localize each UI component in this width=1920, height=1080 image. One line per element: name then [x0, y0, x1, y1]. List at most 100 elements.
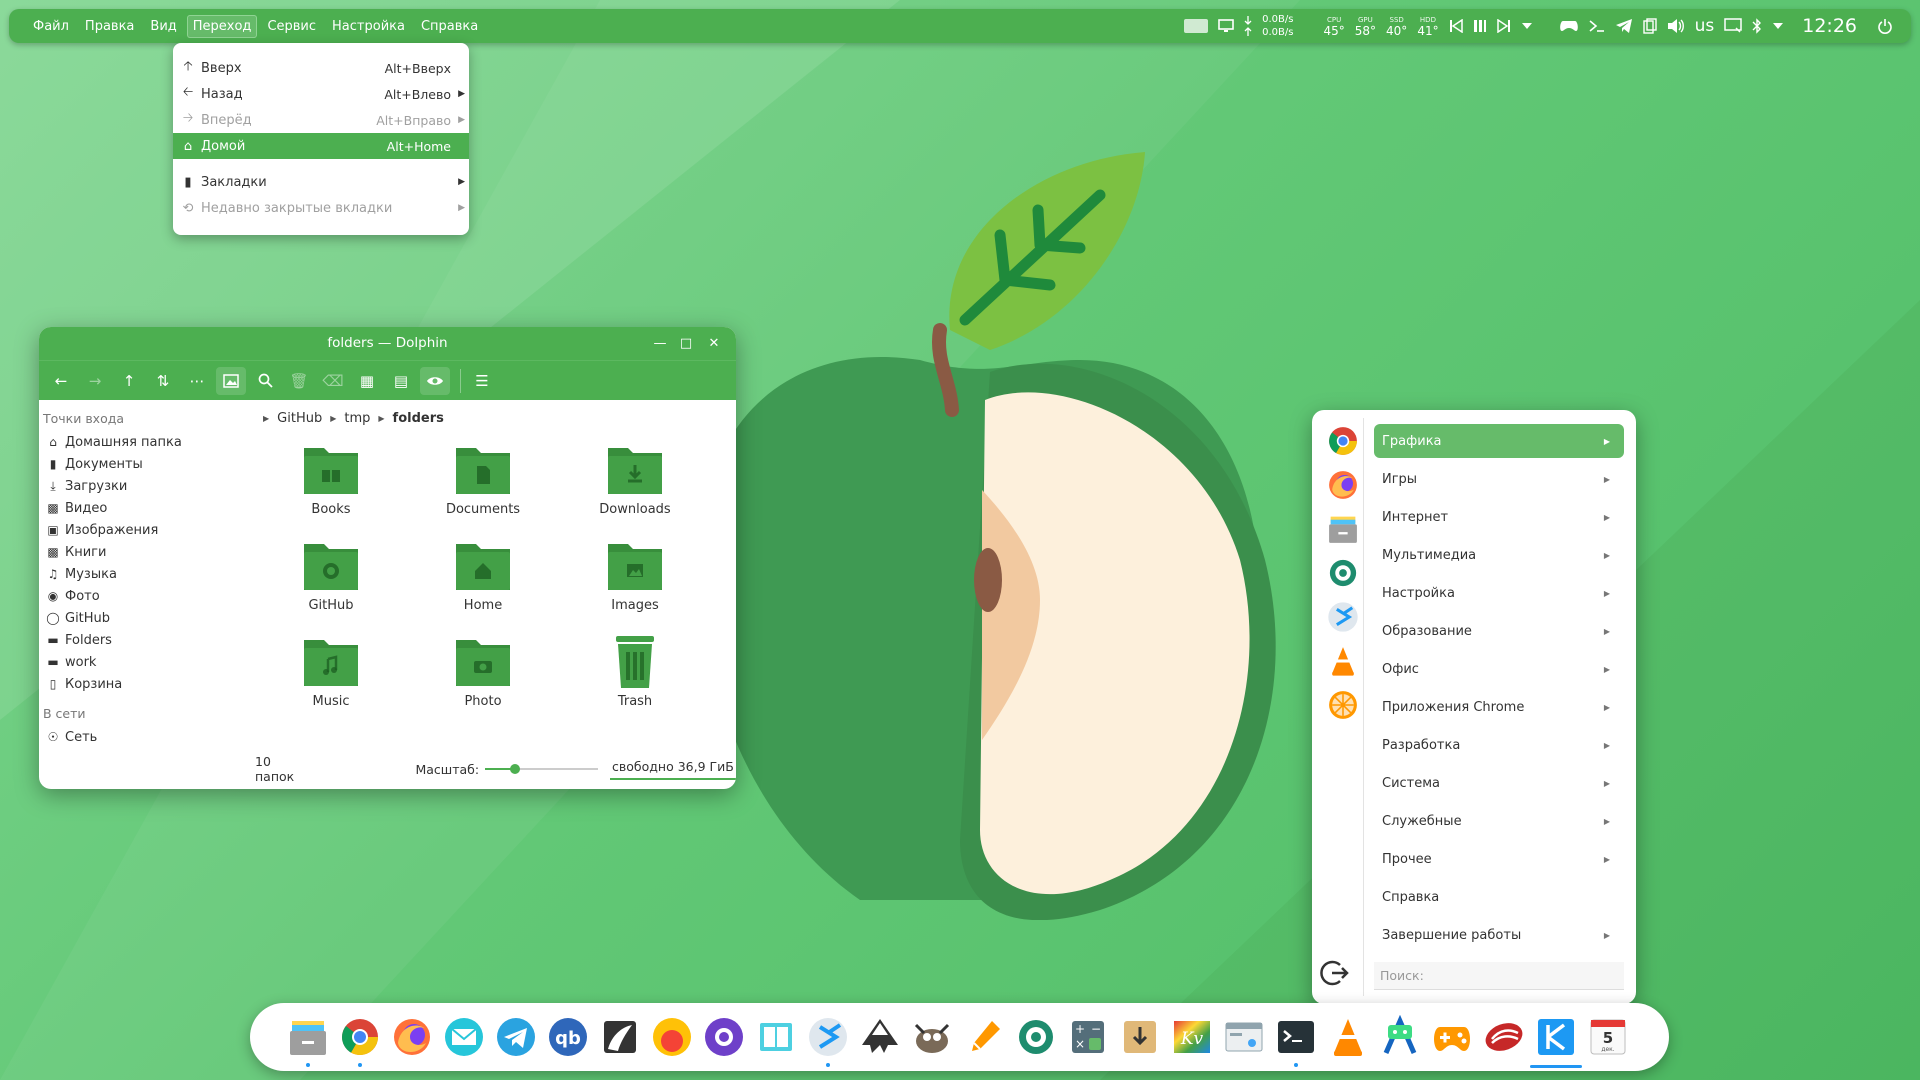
app-search-input[interactable] — [1374, 962, 1624, 990]
forward-button[interactable]: → — [80, 367, 110, 395]
sidebar-item[interactable]: ⌂ Домашняя папка — [39, 431, 244, 453]
sidebar-item[interactable]: ▬ Folders — [39, 629, 244, 651]
dock-item[interactable] — [962, 1015, 1006, 1059]
sidebar-item[interactable]: ⤓ Загрузки — [39, 475, 244, 497]
app-category[interactable]: Графика ▶ — [1374, 424, 1624, 458]
app-category[interactable]: Приложения Chrome ▶ — [1374, 690, 1624, 724]
screen-share-icon[interactable] — [1724, 18, 1742, 34]
dock-item[interactable]: Kv — [1170, 1015, 1214, 1059]
app-category[interactable]: Офис ▶ — [1374, 652, 1624, 686]
bluetooth-icon[interactable] — [1752, 18, 1762, 34]
menu-help[interactable]: Справка — [415, 15, 484, 38]
zoom-slider-handle[interactable] — [509, 764, 520, 774]
app-category[interactable]: Справка — [1374, 880, 1624, 914]
menu-settings[interactable]: Настройка — [326, 15, 411, 38]
breadcrumb-segment[interactable]: folders — [393, 411, 444, 426]
sidebar-item[interactable]: ◯ GitHub — [39, 607, 244, 629]
menu-edit[interactable]: Правка — [79, 15, 140, 38]
free-space-indicator[interactable]: свободно 36,9 ГиБ — [609, 759, 736, 780]
vlc-icon[interactable] — [1326, 644, 1360, 678]
app-category[interactable]: Разработка ▶ — [1374, 728, 1624, 762]
folder-item[interactable]: Documents — [407, 440, 559, 536]
app-category[interactable]: Интернет ▶ — [1374, 500, 1624, 534]
icons-view-button[interactable]: ⋯ — [182, 367, 212, 395]
orange-icon[interactable] — [1326, 688, 1360, 722]
show-hidden-button[interactable] — [420, 366, 450, 395]
display-preview-icon[interactable] — [1184, 19, 1209, 33]
go-menu-item[interactable]: 🡢 Вперёд Alt+Вправо ▶ — [173, 107, 469, 133]
preview-toggle-button[interactable] — [216, 366, 246, 395]
up-button[interactable]: ↑ — [114, 367, 144, 395]
menu-tools[interactable]: Сервис — [261, 15, 322, 38]
go-menu-item[interactable]: ⌂ Домой Alt+Home — [173, 133, 469, 159]
folder-item[interactable]: Music — [255, 632, 407, 728]
dock-item[interactable]: + − × — [1066, 1015, 1110, 1059]
dock-item[interactable] — [1118, 1015, 1162, 1059]
app-category[interactable]: Прочее ▶ — [1374, 842, 1624, 876]
settings-gear-icon[interactable] — [1326, 556, 1360, 590]
menu-go[interactable]: Переход — [186, 14, 258, 38]
maximize-button[interactable]: □ — [676, 327, 696, 360]
telegram-icon[interactable] — [1615, 18, 1633, 34]
folder-item[interactable]: Home — [407, 536, 559, 632]
dock-item[interactable] — [858, 1015, 902, 1059]
media-previous-icon[interactable] — [1449, 19, 1463, 33]
media-next-icon[interactable] — [1496, 19, 1511, 33]
kde-connect-icon[interactable] — [1326, 600, 1360, 634]
archive-icon[interactable] — [1326, 512, 1360, 546]
dock-item[interactable] — [1530, 1015, 1582, 1068]
dock-item[interactable] — [1378, 1015, 1422, 1059]
app-category[interactable]: Настройка ▶ — [1374, 576, 1624, 610]
clock[interactable]: 12:26 — [1802, 15, 1857, 37]
go-menu-item[interactable]: ▮ Закладки ▶ — [173, 169, 469, 195]
back-button[interactable]: ← — [46, 367, 76, 395]
sidebar-item[interactable]: ▮ Документы — [39, 453, 244, 475]
dock-item[interactable]: qb — [546, 1015, 590, 1059]
media-pause-icon[interactable] — [1473, 19, 1487, 33]
info-panel-button[interactable]: ▤ — [386, 367, 416, 395]
sidebar-item[interactable]: ▩ Книги — [39, 541, 244, 563]
move-to-trash-button[interactable]: 🗑 — [284, 367, 314, 395]
dock-item[interactable] — [442, 1015, 486, 1059]
sidebar-item[interactable]: ▩ Видео — [39, 497, 244, 519]
dock-item[interactable] — [598, 1015, 642, 1059]
dock-item[interactable] — [650, 1015, 694, 1059]
dock-item[interactable] — [754, 1015, 798, 1059]
gamepad-icon[interactable] — [1559, 19, 1579, 33]
breadcrumb-segment[interactable]: tmp — [344, 411, 370, 426]
dock-item[interactable] — [1326, 1015, 1370, 1059]
menu-file[interactable]: Файл — [27, 15, 75, 38]
app-category[interactable]: Служебные ▶ — [1374, 804, 1624, 838]
folder-item[interactable]: Books — [255, 440, 407, 536]
monitor-icon[interactable] — [1218, 19, 1234, 33]
sidebar-item[interactable]: ▬ work — [39, 651, 244, 673]
logout-icon[interactable] — [1320, 958, 1350, 994]
sort-button[interactable]: ⇅ — [148, 367, 178, 395]
dock-item[interactable] — [702, 1015, 746, 1059]
terminal-prompt-icon[interactable] — [1589, 19, 1605, 33]
app-category[interactable]: Мультимедиа ▶ — [1374, 538, 1624, 572]
breadcrumb-segment[interactable]: GitHub — [277, 411, 322, 426]
dock-item[interactable] — [338, 1015, 382, 1067]
folder-item[interactable]: Images — [559, 536, 711, 632]
folder-item[interactable]: Downloads — [559, 440, 711, 536]
close-button[interactable]: ✕ — [704, 327, 724, 360]
dock-item[interactable] — [1014, 1015, 1058, 1059]
go-menu-item[interactable]: 🡡 Вверх Alt+Вверх — [173, 55, 469, 81]
hamburger-menu-button[interactable]: ☰ — [467, 367, 497, 395]
sidebar-item[interactable]: ▯ Корзина — [39, 673, 244, 695]
dock-item[interactable] — [1482, 1015, 1526, 1059]
go-menu-item[interactable]: 🡠 Назад Alt+Влево ▶ — [173, 81, 469, 107]
dock-item[interactable] — [286, 1015, 330, 1067]
keyboard-layout[interactable]: us — [1695, 16, 1715, 36]
sidebar-item[interactable]: ☉ Сеть — [39, 726, 244, 748]
go-menu-item[interactable]: ⟲ Недавно закрытые вкладки ▶ — [173, 195, 469, 221]
folder-item[interactable]: GitHub — [255, 536, 407, 632]
app-category[interactable]: Образование ▶ — [1374, 614, 1624, 648]
split-view-button[interactable]: ▦ — [352, 367, 382, 395]
tray-expand-icon[interactable] — [1772, 22, 1784, 30]
app-category[interactable]: Завершение работы ▶ — [1374, 918, 1624, 952]
dock-item[interactable]: 5 дек. — [1586, 1015, 1630, 1059]
window-titlebar[interactable]: folders — Dolphin — □ ✕ — [39, 327, 736, 360]
minimize-button[interactable]: — — [650, 327, 670, 360]
